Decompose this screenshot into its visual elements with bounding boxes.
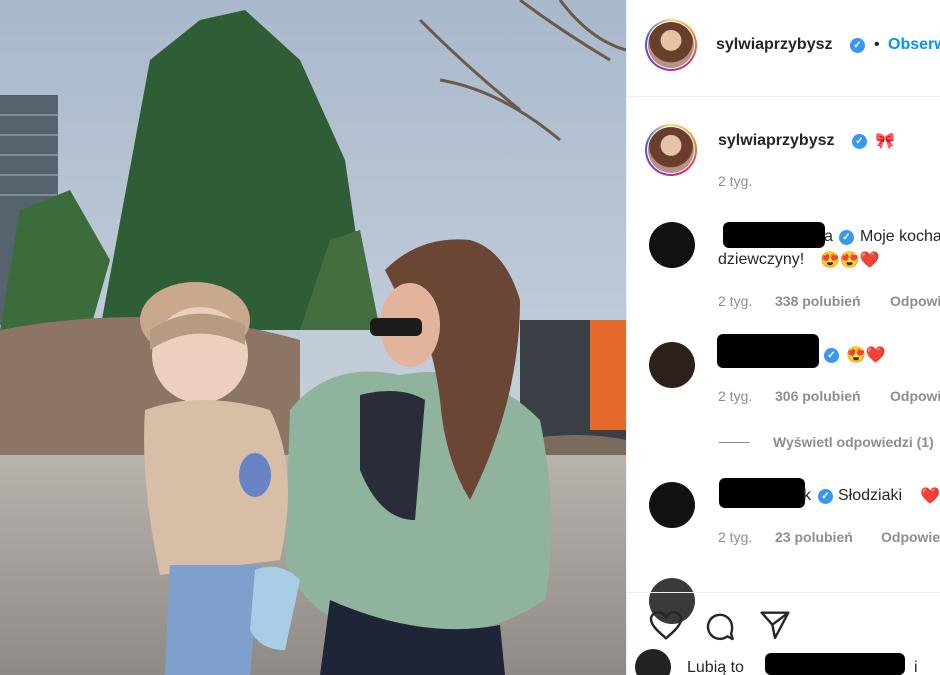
comment-emoji: ❤️: [920, 488, 940, 505]
comment-text: Moje kochane: [860, 228, 940, 245]
comment-emoji: 😍❤️: [846, 347, 886, 364]
comment-likes[interactable]: 306 polubień: [775, 388, 861, 404]
redacted-username: [723, 222, 825, 248]
comment-text: Słodziaki: [838, 487, 903, 504]
header-separator: •: [874, 36, 880, 53]
avatar-image: [648, 22, 694, 68]
comment-avatar[interactable]: [649, 342, 695, 388]
share-icon[interactable]: [759, 611, 791, 641]
post-photo[interactable]: [0, 0, 626, 675]
caption-time[interactable]: 2 tyg.: [718, 173, 752, 189]
verified-icon: ✓: [850, 38, 865, 53]
post-header: sylwiaprzybysz ✓ • Obserwuj: [627, 0, 940, 97]
post-photo-art: [0, 0, 626, 675]
comment-username-suffix: a: [824, 228, 833, 245]
follow-button[interactable]: Obserwuj: [888, 36, 940, 54]
verified-icon: ✓: [824, 348, 839, 363]
reply-button[interactable]: Odpowiedz: [890, 388, 940, 404]
post-side-panel: sylwiaprzybysz ✓ • Obserwuj sylwiaprzyby…: [626, 0, 940, 675]
view-replies-button[interactable]: Wyświetl odpowiedzi (1): [773, 434, 934, 450]
caption-username[interactable]: sylwiaprzybysz: [718, 132, 835, 150]
reply-button[interactable]: Odpowiedz: [881, 529, 940, 545]
comment-time[interactable]: 2 tyg.: [718, 388, 752, 404]
comment-avatar[interactable]: [649, 482, 695, 528]
replies-divider: [719, 442, 750, 443]
comment-username-suffix: k: [803, 487, 811, 504]
comment-text-line2: dziewczyny!: [718, 251, 805, 268]
verified-icon: ✓: [852, 134, 867, 149]
author-username[interactable]: sylwiaprzybysz: [716, 36, 833, 54]
comment-icon[interactable]: [704, 611, 736, 643]
verified-icon: ✓: [818, 489, 833, 504]
liked-by-label: Lubią to: [687, 659, 744, 675]
comment-avatar[interactable]: [649, 222, 695, 268]
caption-emoji: 🎀: [875, 133, 895, 150]
reply-button[interactable]: Odpowiedz: [890, 293, 940, 309]
comment-likes[interactable]: 23 polubień: [775, 529, 853, 545]
avatar-image: [648, 127, 694, 173]
liker-avatar[interactable]: [635, 649, 671, 675]
caption-avatar[interactable]: [645, 124, 697, 176]
redacted-username: [719, 478, 805, 508]
author-avatar[interactable]: [645, 19, 697, 71]
comment-likes[interactable]: 338 polubień: [775, 293, 861, 309]
redacted-username: [717, 334, 819, 368]
redacted-liker: [765, 653, 905, 675]
post-actions-bar: Lubią to i: [627, 592, 940, 675]
verified-icon: ✓: [839, 230, 854, 245]
comment-time[interactable]: 2 tyg.: [718, 529, 752, 545]
liked-by-suffix: i: [914, 659, 918, 675]
heart-icon[interactable]: [649, 611, 683, 641]
comment-emoji: 😍😍❤️: [820, 252, 880, 269]
comment-time[interactable]: 2 tyg.: [718, 293, 752, 309]
